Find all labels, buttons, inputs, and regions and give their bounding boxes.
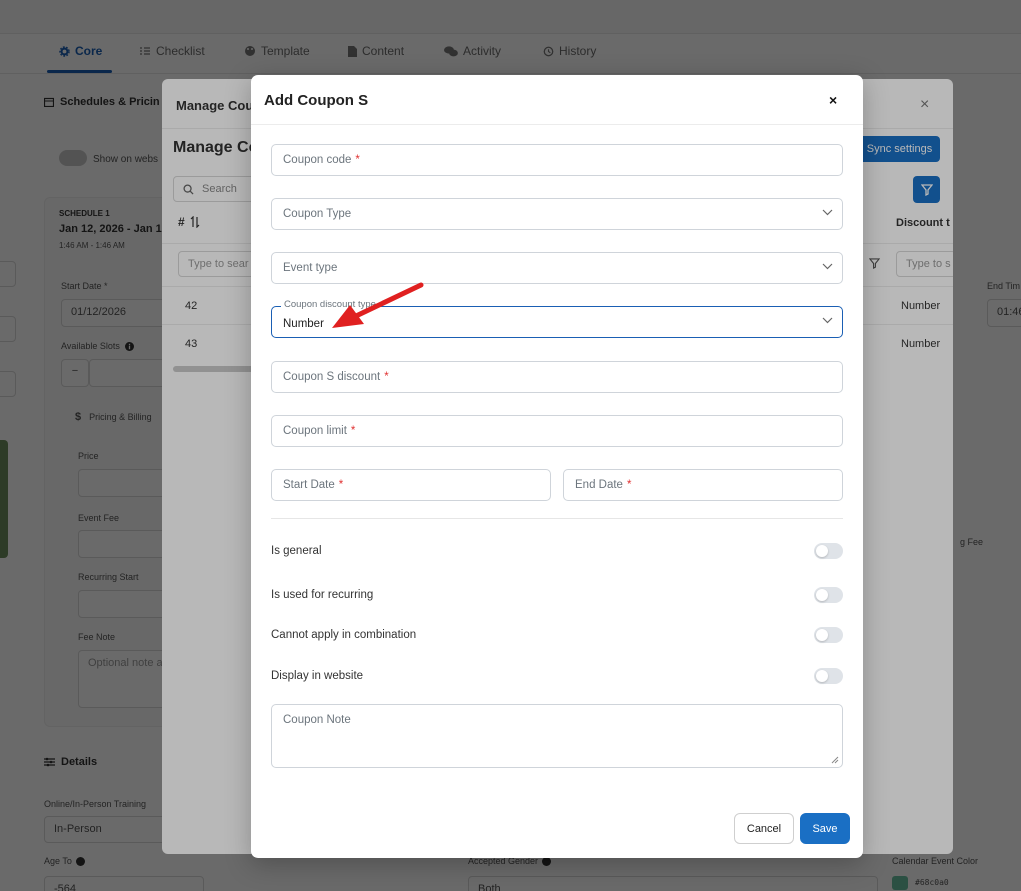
combination-toggle[interactable] (814, 627, 843, 643)
toggle-row-display-website: Display in website (271, 666, 843, 686)
start-date-placeholder: Start Date (283, 479, 335, 491)
coupon-type-select[interactable]: Coupon Type (271, 198, 843, 230)
required-marker: * (355, 154, 360, 166)
toggle-label: Is used for recurring (271, 589, 374, 601)
coupon-code-field[interactable]: Coupon code * (271, 144, 843, 176)
coupon-discount-placeholder: Coupon S discount (283, 371, 381, 383)
toggle-row-is-general: Is general (271, 541, 843, 561)
modal-header: Add Coupon S × (251, 75, 863, 125)
cancel-button[interactable]: Cancel (734, 813, 794, 844)
end-date-placeholder: End Date (575, 479, 623, 491)
recurring-toggle[interactable] (814, 587, 843, 603)
toggle-label: Is general (271, 545, 322, 557)
start-date-field[interactable]: Start Date * (271, 469, 551, 501)
required-marker: * (350, 425, 356, 437)
chevron-down-icon (822, 317, 833, 324)
save-button[interactable]: Save (800, 813, 850, 844)
toggle-row-combination: Cannot apply in combination (271, 625, 843, 645)
required-marker: * (384, 371, 389, 383)
add-coupon-modal: Add Coupon S × Coupon code * Coupon Type… (251, 75, 863, 858)
close-icon[interactable]: × (829, 92, 837, 108)
end-date-field[interactable]: End Date * (563, 469, 843, 501)
coupon-note-placeholder: Coupon Note (283, 714, 351, 726)
section-divider (271, 518, 843, 519)
toggle-label: Cannot apply in combination (271, 629, 417, 641)
coupon-limit-field[interactable]: Coupon limit * (271, 415, 843, 447)
display-website-toggle[interactable] (814, 668, 843, 684)
is-general-toggle[interactable] (814, 543, 843, 559)
required-marker: * (338, 479, 344, 491)
chevron-down-icon (822, 209, 833, 216)
coupon-discount-field[interactable]: Coupon S discount * (271, 361, 843, 393)
coupon-limit-placeholder: Coupon limit (283, 425, 347, 437)
modal-title: Add Coupon S (264, 92, 369, 109)
discount-type-value: Number (283, 318, 324, 330)
coupon-type-placeholder: Coupon Type (283, 208, 352, 220)
coupon-code-placeholder: Coupon code (283, 154, 352, 166)
required-marker: * (626, 479, 632, 491)
event-type-placeholder: Event type (283, 262, 338, 274)
resize-handle-icon[interactable] (831, 756, 839, 764)
chevron-down-icon (822, 263, 833, 270)
coupon-note-textarea[interactable]: Coupon Note (271, 704, 843, 768)
toggle-label: Display in website (271, 670, 364, 682)
annotation-arrow-icon (332, 282, 424, 328)
toggle-row-recurring: Is used for recurring (271, 585, 843, 605)
